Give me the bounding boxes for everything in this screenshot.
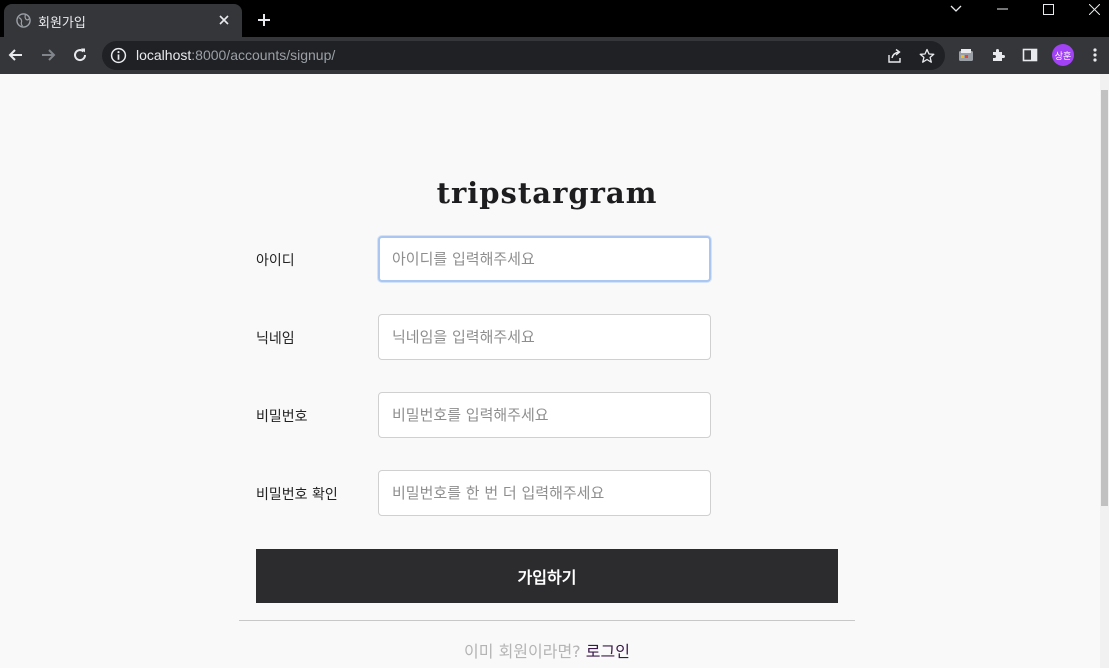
scrollbar-thumb[interactable] bbox=[1101, 90, 1108, 506]
login-link[interactable]: 로그인 bbox=[586, 642, 630, 661]
nickname-label: 닉네임 bbox=[256, 331, 295, 347]
page-viewport: tripstargram 아이디 닉네임 비밀번호 비밀번호 확인 가입하기 이… bbox=[0, 74, 1109, 668]
info-icon[interactable] bbox=[110, 47, 127, 64]
share-icon[interactable] bbox=[885, 46, 905, 66]
password-confirm-label: 비밀번호 확인 bbox=[256, 487, 338, 503]
forward-arrow-icon[interactable] bbox=[36, 43, 60, 67]
bookmark-star-icon[interactable] bbox=[917, 46, 937, 66]
nickname-input[interactable] bbox=[378, 314, 711, 360]
url-text[interactable]: localhost:8000/accounts/signup/ bbox=[136, 47, 335, 63]
globe-icon bbox=[16, 13, 31, 28]
tab-signup[interactable]: 회원가입 bbox=[4, 4, 242, 37]
new-tab-button[interactable] bbox=[252, 8, 276, 32]
tab-search-icon[interactable] bbox=[933, 0, 979, 18]
close-icon[interactable] bbox=[214, 10, 234, 30]
password-confirm-input[interactable] bbox=[378, 470, 711, 516]
password-input[interactable] bbox=[378, 392, 711, 438]
login-prompt: 이미 회원이라면? 로그인 bbox=[0, 638, 1094, 662]
signup-button[interactable]: 가입하기 bbox=[256, 549, 838, 603]
profile-avatar[interactable]: 상훈 bbox=[1052, 44, 1074, 66]
maximize-icon[interactable] bbox=[1025, 0, 1071, 18]
site-logo: tripstargram bbox=[436, 176, 658, 210]
menu-kebab-icon[interactable] bbox=[1084, 44, 1106, 66]
divider bbox=[239, 620, 855, 621]
scrollbar[interactable] bbox=[1100, 74, 1109, 668]
login-prompt-text: 이미 회원이라면? bbox=[464, 642, 581, 661]
id-label: 아이디 bbox=[256, 253, 295, 269]
reload-icon[interactable] bbox=[68, 43, 92, 67]
tab-title: 회원가입 bbox=[38, 16, 86, 31]
minimize-icon[interactable] bbox=[979, 0, 1025, 18]
password-label: 비밀번호 bbox=[256, 409, 308, 425]
browser-toolbar: localhost:8000/accounts/signup/ 상훈 bbox=[0, 37, 1109, 74]
side-panel-icon[interactable] bbox=[1019, 44, 1041, 66]
window-close-icon[interactable] bbox=[1071, 0, 1109, 18]
url-host: localhost bbox=[136, 47, 192, 63]
id-input[interactable] bbox=[378, 236, 711, 282]
puzzle-icon[interactable] bbox=[987, 44, 1009, 66]
tab-bar: 회원가입 bbox=[0, 0, 1109, 37]
extension-icon[interactable] bbox=[955, 44, 977, 66]
back-arrow-icon[interactable] bbox=[4, 43, 28, 67]
url-path: :8000/accounts/signup/ bbox=[191, 47, 336, 63]
address-bar[interactable]: localhost:8000/accounts/signup/ bbox=[102, 41, 945, 70]
